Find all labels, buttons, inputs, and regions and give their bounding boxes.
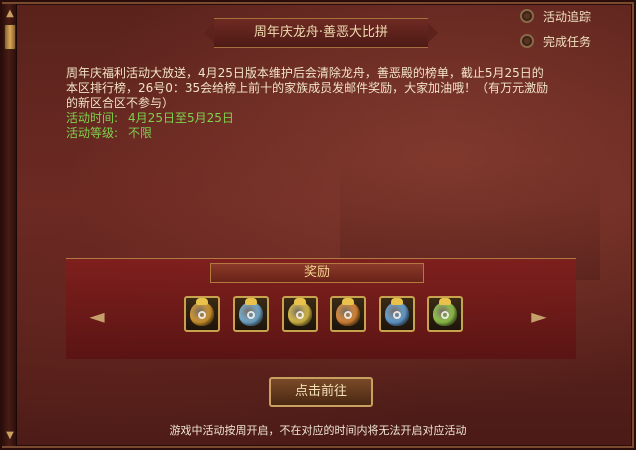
track-activity-label: 活动追踪 [543, 9, 592, 24]
activity-level-value: 不限 [128, 126, 153, 140]
reward-header: 奖励 [210, 263, 424, 283]
green-bag-icon [433, 298, 457, 326]
gold-bag-icon [190, 298, 214, 326]
arrow-right-icon[interactable]: ► [527, 304, 551, 328]
blue-bag-icon [239, 298, 263, 326]
reward-slot[interactable] [282, 296, 318, 332]
blue-bag-icon [385, 298, 409, 326]
reward-slot[interactable] [233, 296, 269, 332]
radio-icon [520, 9, 534, 23]
reward-slot[interactable] [330, 296, 366, 332]
activity-time-label: 活动时间: [66, 111, 119, 125]
scroll-thumb[interactable] [4, 24, 16, 50]
left-scrollbar[interactable]: ▲ ▼ [2, 4, 17, 446]
complete-task-label: 完成任务 [543, 34, 592, 49]
track-activity-button[interactable]: 活动追踪 [520, 6, 628, 26]
activity-level-label: 活动等级: [66, 126, 119, 140]
yellow-bag-icon [288, 298, 312, 326]
arrow-left-icon[interactable]: ◄ [85, 304, 109, 328]
description-text: 周年庆福利活动大放送，4月25日版本维护后会清除龙舟，善恶殿的榜单，截止5月25… [66, 66, 549, 110]
reward-slot[interactable] [184, 296, 220, 332]
scroll-up-icon[interactable]: ▲ [4, 8, 16, 20]
reward-slot[interactable] [427, 296, 463, 332]
radio-icon [520, 34, 534, 48]
activity-time: 活动时间: 4月25日至5月25日 [66, 111, 552, 126]
reward-slot[interactable] [379, 296, 415, 332]
activity-time-value: 4月25日至5月25日 [128, 111, 234, 125]
complete-task-button[interactable]: 完成任务 [520, 31, 628, 51]
activity-description: 周年庆福利活动大放送，4月25日版本维护后会清除龙舟，善恶殿的榜单，截止5月25… [66, 66, 552, 141]
go-button[interactable]: 点击前往 [269, 377, 373, 407]
title-banner: 周年庆龙舟·善恶大比拼 [204, 18, 438, 48]
activity-level: 活动等级: 不限 [66, 126, 552, 141]
footer-notice: 游戏中活动按周开启，不在对应的时间内将无法开启对应活动 [169, 424, 467, 437]
orange-bag-icon [336, 298, 360, 326]
page-title: 周年庆龙舟·善恶大比拼 [253, 25, 389, 40]
